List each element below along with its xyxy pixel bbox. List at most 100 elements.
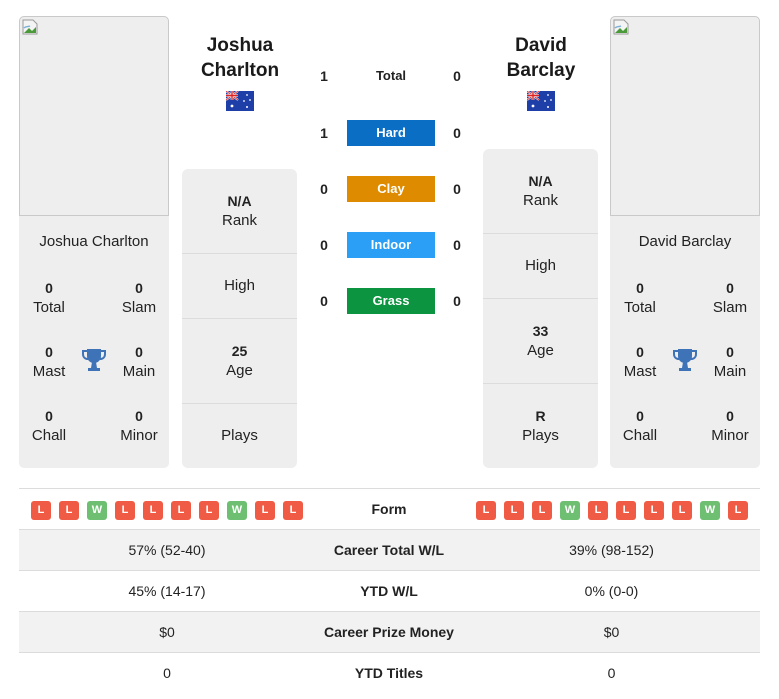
player1-photo	[19, 16, 169, 216]
row-label: Career Prize Money	[324, 624, 454, 640]
h2h-hard: 1 Hard 0	[310, 120, 470, 146]
h2h-p2-value: 0	[453, 293, 461, 309]
h2h-clay: 0 Clay 0	[310, 176, 470, 202]
table-row: 0 YTD Titles 0	[19, 653, 760, 694]
h2h-p2-value: 0	[453, 237, 461, 253]
player1-info: N/A Rank High 25 Age Plays	[182, 169, 297, 468]
form-badge-loss[interactable]: L	[532, 501, 552, 520]
titles-mast-label: Mast	[623, 363, 657, 380]
titles-total: 0 Total	[610, 278, 670, 318]
form-row: LLWLLLLWLL Form LLLWLLLLWL	[19, 489, 760, 530]
titles-total: 0 Total	[19, 278, 79, 318]
form-badge-win[interactable]: W	[87, 501, 107, 520]
player2-card-name[interactable]: David Barclay	[610, 233, 760, 250]
surface-badge-grass: Grass	[347, 288, 435, 314]
form-badge-win[interactable]: W	[700, 501, 720, 520]
form-badge-loss[interactable]: L	[504, 501, 524, 520]
age-label: Age	[527, 342, 554, 359]
form-badge-loss[interactable]: L	[199, 501, 219, 520]
h2h-p2-value: 0	[453, 68, 461, 84]
titles-slam-value: 0	[135, 280, 143, 296]
titles-minor-value: 0	[726, 408, 734, 424]
titles-minor-value: 0	[135, 408, 143, 424]
form-badge-loss[interactable]: L	[616, 501, 636, 520]
h2h-p1-value: 1	[320, 125, 328, 141]
info-plays: R Plays	[483, 384, 598, 468]
form-badge-loss[interactable]: L	[672, 501, 692, 520]
titles-total-value: 0	[636, 280, 644, 296]
titles-chall: 0 Chall	[610, 406, 670, 446]
player2-form: LLLWLLLLWL	[476, 501, 748, 520]
age-value: 33	[532, 323, 549, 339]
info-plays: Plays	[182, 404, 297, 468]
rank-label: Rank	[221, 212, 258, 229]
player2-photo	[610, 16, 760, 216]
row-label: YTD W/L	[360, 583, 418, 599]
player1-name-first[interactable]: Joshua	[175, 33, 305, 58]
form-badge-loss[interactable]: L	[115, 501, 135, 520]
titles-main: 0 Main	[109, 342, 169, 382]
titles-slam: 0 Slam	[700, 278, 760, 318]
h2h-grass: 0 Grass 0	[310, 288, 470, 314]
titles-total-label: Total	[33, 299, 65, 316]
table-row: 57% (52-40) Career Total W/L 39% (98-152…	[19, 530, 760, 571]
form-badge-loss[interactable]: L	[476, 501, 496, 520]
rank-value: N/A	[528, 173, 553, 189]
surface-badge-clay: Clay	[347, 176, 435, 202]
player1-ytd-wl: 45% (14-17)	[128, 583, 206, 599]
player1-header: Joshua Charlton	[175, 33, 305, 111]
player2-name-first[interactable]: David	[476, 33, 606, 58]
titles-slam: 0 Slam	[109, 278, 169, 318]
form-badge-loss[interactable]: L	[31, 501, 51, 520]
surface-badge-hard: Hard	[347, 120, 435, 146]
titles-mast-value: 0	[636, 344, 644, 360]
form-badge-loss[interactable]: L	[255, 501, 275, 520]
titles-main-value: 0	[135, 344, 143, 360]
titles-chall: 0 Chall	[19, 406, 79, 446]
titles-slam-label: Slam	[712, 299, 748, 316]
table-row: 45% (14-17) YTD W/L 0% (0-0)	[19, 571, 760, 612]
player1-card-name[interactable]: Joshua Charlton	[19, 233, 169, 250]
h2h-total: 1 Total 0	[310, 63, 470, 89]
h2h-p2-value: 0	[453, 125, 461, 141]
form-badge-win[interactable]: W	[560, 501, 580, 520]
form-badge-loss[interactable]: L	[283, 501, 303, 520]
info-rank: N/A Rank	[182, 169, 297, 254]
player1-prize-money: $0	[159, 624, 175, 640]
player2-info: N/A Rank High 33 Age R Plays	[483, 149, 598, 468]
titles-chall-value: 0	[45, 408, 53, 424]
table-row: $0 Career Prize Money $0	[19, 612, 760, 653]
row-label: Career Total W/L	[333, 542, 445, 558]
player2-name-last[interactable]: Barclay	[476, 58, 606, 83]
player1-ytd-titles: 0	[163, 665, 171, 681]
high-label: High	[525, 257, 556, 274]
plays-label: Plays	[522, 427, 559, 444]
player1-card: Joshua Charlton 0 Total 0 Slam 0 Mast 0 …	[19, 16, 169, 468]
info-age: 25 Age	[182, 319, 297, 404]
titles-total-label: Total	[624, 299, 656, 316]
player2-ytd-wl: 0% (0-0)	[584, 583, 639, 599]
trophy-icon	[82, 349, 106, 371]
form-badge-loss[interactable]: L	[59, 501, 79, 520]
h2h-p1-value: 0	[320, 237, 328, 253]
trophy-icon	[673, 349, 697, 371]
age-label: Age	[226, 362, 253, 379]
player2-career-wl: 39% (98-152)	[569, 542, 654, 558]
rank-label: Rank	[522, 192, 559, 209]
player1-name-last[interactable]: Charlton	[175, 58, 305, 83]
form-badge-loss[interactable]: L	[171, 501, 191, 520]
form-badge-loss[interactable]: L	[644, 501, 664, 520]
form-badge-loss[interactable]: L	[143, 501, 163, 520]
titles-mast-label: Mast	[32, 363, 66, 380]
form-badge-loss[interactable]: L	[588, 501, 608, 520]
info-age: 33 Age	[483, 299, 598, 384]
titles-main: 0 Main	[700, 342, 760, 382]
australia-flag-icon	[226, 91, 254, 111]
info-rank: N/A Rank	[483, 149, 598, 234]
plays-label: Plays	[221, 427, 258, 444]
form-badge-loss[interactable]: L	[728, 501, 748, 520]
info-high: High	[182, 254, 297, 319]
h2h-p1-value: 0	[320, 181, 328, 197]
h2h-p1-value: 1	[320, 68, 328, 84]
form-badge-win[interactable]: W	[227, 501, 247, 520]
